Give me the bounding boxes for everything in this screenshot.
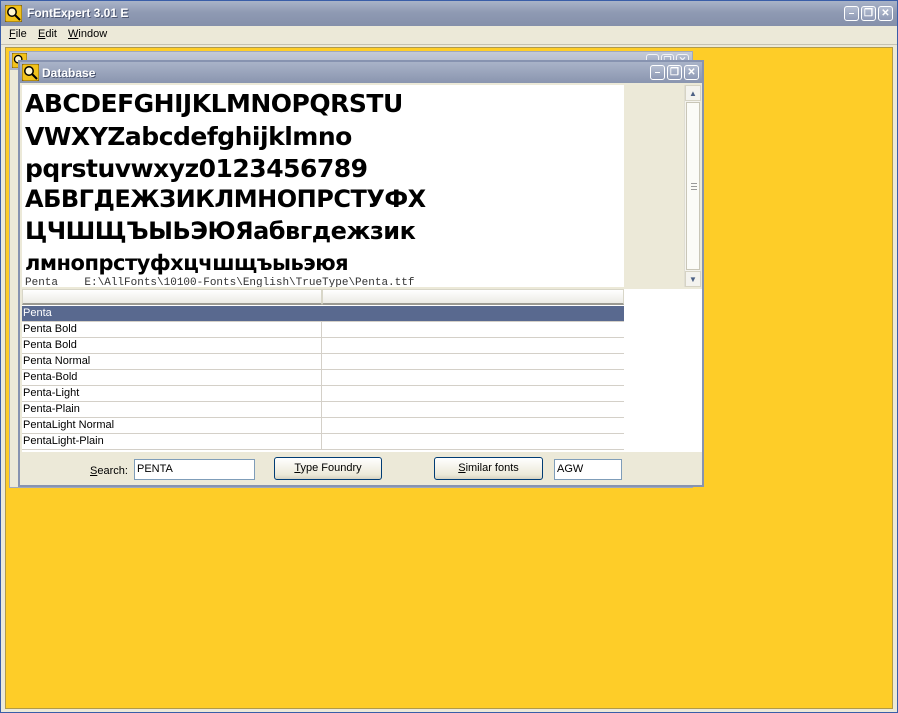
close-button[interactable]: ✕	[684, 65, 699, 80]
type-foundry-button[interactable]: Type Foundry	[274, 457, 382, 480]
font-file-path: Penta E:\AllFonts\10100-Fonts\English\Tr…	[25, 277, 415, 287]
font-name-cell: Penta Bold	[22, 322, 322, 337]
minimize-button[interactable]: –	[650, 65, 665, 80]
close-button[interactable]: ✕	[878, 6, 893, 21]
preview-scrollbar[interactable]: ▲ ▼	[684, 85, 701, 287]
scroll-thumb[interactable]	[686, 102, 700, 270]
font-name-cell: Penta-Bold	[22, 370, 322, 385]
font-name-cell: Penta	[22, 306, 322, 321]
search-input[interactable]: PENTA	[134, 459, 255, 480]
font-name-cell: PentaLight-Plain	[22, 434, 322, 449]
preview-gutter	[624, 85, 682, 287]
search-label: Search:	[90, 465, 128, 477]
table-row[interactable]: Penta Normal	[22, 354, 624, 370]
minimize-button[interactable]: –	[844, 6, 859, 21]
table-row[interactable]: PentaLight-Plain	[22, 434, 624, 450]
restore-button[interactable]: ❐	[861, 6, 876, 21]
second-cell	[322, 354, 624, 369]
preview-line: VWXYZabcdefghijklmno	[25, 122, 352, 151]
preview-line: ЦЧШЩЪЫЬЭЮЯабвгдежзик	[25, 217, 416, 245]
font-preview-pane[interactable]: ABCDEFGHIJKLMNOPQRSTU VWXYZabcdefghijklm…	[22, 85, 682, 287]
sample-text-input[interactable]: AGW	[554, 459, 622, 480]
second-cell	[322, 322, 624, 337]
restore-button[interactable]: ❐	[667, 65, 682, 80]
font-name-cell: Penta Bold	[22, 338, 322, 353]
menu-window[interactable]: Window	[68, 28, 107, 40]
database-title: Database	[42, 66, 96, 80]
scroll-down-icon[interactable]: ▼	[685, 271, 701, 287]
font-name-cell: Penta-Plain	[22, 402, 322, 417]
preview-line: ABCDEFGHIJKLMNOPQRSTU	[25, 89, 403, 118]
second-cell	[322, 434, 624, 449]
second-cell	[322, 418, 624, 433]
table-row[interactable]: Penta-Bold	[22, 370, 624, 386]
database-window: Database – ❐ ✕ ABCDEFGHIJKLMNOPQRSTU VWX…	[18, 60, 704, 487]
preview-line: pqrstuvwxyz0123456789	[25, 154, 368, 183]
table-row[interactable]: PentaLight Normal	[22, 418, 624, 434]
second-cell	[322, 306, 624, 321]
magnifier-app-icon	[5, 5, 22, 22]
font-list-table: Penta Penta Bold Penta Bold Penta Normal Pen…	[22, 289, 702, 451]
second-cell	[322, 402, 624, 417]
preview-line: лмнопрстуфхцчшщъыьэюя	[25, 251, 349, 275]
column-header-second[interactable]	[322, 289, 624, 305]
table-row[interactable]: Penta Bold	[22, 322, 624, 338]
database-window-controls: – ❐ ✕	[650, 65, 699, 80]
font-name-cell: PentaLight Normal	[22, 418, 322, 433]
table-rows: Penta Penta Bold Penta Bold Penta Normal Pen…	[22, 306, 624, 450]
preview-line: АБВГДЕЖЗИКЛМНОПРСТУФХ	[25, 185, 426, 213]
grip-icon	[691, 183, 697, 190]
second-cell	[322, 338, 624, 353]
similar-fonts-button[interactable]: Similar fonts	[434, 457, 543, 480]
app-title: FontExpert 3.01 E	[27, 6, 129, 20]
app-window-controls: – ❐ ✕	[844, 6, 893, 21]
scroll-up-icon[interactable]: ▲	[685, 85, 701, 101]
column-header-name[interactable]	[22, 289, 322, 305]
table-row[interactable]: Penta Bold	[22, 338, 624, 354]
menu-bar: File Edit Window	[1, 26, 897, 45]
app-title-bar[interactable]: FontExpert 3.01 E – ❐ ✕	[1, 1, 897, 26]
font-name-cell: Penta-Light	[22, 386, 322, 401]
table-row[interactable]: Penta-Plain	[22, 402, 624, 418]
second-cell	[322, 370, 624, 385]
database-title-bar[interactable]: Database – ❐ ✕	[20, 62, 702, 83]
second-cell	[322, 386, 624, 401]
table-header	[22, 289, 624, 305]
search-toolbar: Search: PENTA Type Foundry Similar fonts…	[22, 451, 702, 485]
menu-file[interactable]: File	[9, 28, 27, 40]
menu-edit[interactable]: Edit	[38, 28, 57, 40]
font-name-cell: Penta Normal	[22, 354, 322, 369]
magnifier-window-icon	[22, 64, 39, 81]
table-row[interactable]: Penta	[22, 306, 624, 322]
table-row[interactable]: Penta-Light	[22, 386, 624, 402]
